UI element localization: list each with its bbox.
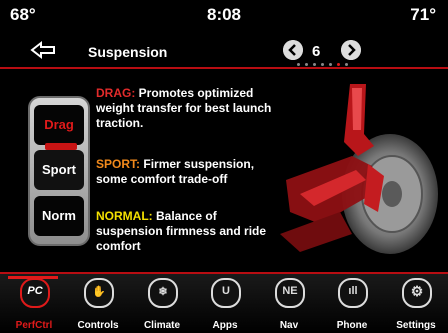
back-arrow-icon[interactable] [30,40,56,60]
nav-glyph: NE [282,285,298,297]
selection-indicator [45,143,77,150]
nav-label-settings: Settings [396,320,436,331]
controls-glyph: ✋ [92,286,106,298]
nav-label-climate: Climate [143,320,181,331]
mode-sport-button[interactable]: Sport [34,150,84,190]
nav-label-apps: Apps [212,320,238,331]
nav-controls[interactable]: ✋ Controls [70,276,126,332]
status-bar: 68° 8:08 71° [0,0,448,36]
nav-label-perfctrl: PerfCtrl [15,320,53,331]
page-dot [297,63,300,66]
apps-icon: U [211,278,241,308]
sport-description: SPORT: Firmer suspension, some comfort t… [96,157,286,187]
nav-climate[interactable]: ❄ Climate [134,276,190,332]
sport-keyword: SPORT: [96,157,141,171]
normal-description: NORMAL: Balance of suspension firmness a… [96,209,286,254]
passenger-temperature[interactable]: 71° [410,5,436,25]
page-dot [321,63,324,66]
nav-apps[interactable]: U Apps [197,276,253,332]
nav-label-nav: Nav [279,320,299,331]
apps-glyph: U [222,285,230,297]
nav-label-phone: Phone [336,320,368,331]
suspension-illustration [280,84,438,254]
perfctrl-glyph: PC [27,285,43,297]
nav-nav[interactable]: NE Nav [261,276,317,332]
controls-icon: ✋ [84,278,114,308]
settings-glyph: ⚙ [410,283,424,299]
nav-settings[interactable]: ⚙ Settings [388,276,444,332]
drag-description: DRAG: Promotes optimized weight transfer… [96,86,286,131]
perfctrl-icon: PC [20,278,50,308]
climate-glyph: ❄ [158,286,168,298]
page-number: 6 [312,43,321,60]
climate-icon: ❄ [148,278,178,308]
page-navigator: 6 [283,40,363,66]
clock: 8:08 [206,5,242,24]
suspension-mode-selector[interactable]: Drag Sport Norm [28,96,90,246]
header-divider [0,67,448,69]
phone-icon: ıll [338,278,368,308]
page-dot [345,63,348,66]
mode-drag-button[interactable]: Drag [34,105,84,145]
settings-icon: ⚙ [402,278,432,308]
nav-icon: NE [275,278,305,308]
nav-label-controls: Controls [77,320,119,331]
page-dot [313,63,316,66]
next-page-button[interactable] [341,40,361,60]
normal-keyword: NORMAL: [96,209,153,223]
bottom-navigation-bar: PC PerfCtrl ✋ Controls ❄ Climate U Apps … [0,274,448,333]
page-dot [305,63,308,66]
page-dot [337,63,340,66]
nav-perfctrl[interactable]: PC PerfCtrl [6,276,62,332]
previous-page-button[interactable] [283,40,303,60]
page-dot [329,63,332,66]
drag-keyword: DRAG: [96,86,136,100]
mode-norm-button[interactable]: Norm [34,196,84,236]
phone-glyph: ıll [348,285,358,297]
page-title: Suspension [88,44,168,60]
nav-phone[interactable]: ıll Phone [324,276,380,332]
title-bar: Suspension 6 [0,36,448,66]
